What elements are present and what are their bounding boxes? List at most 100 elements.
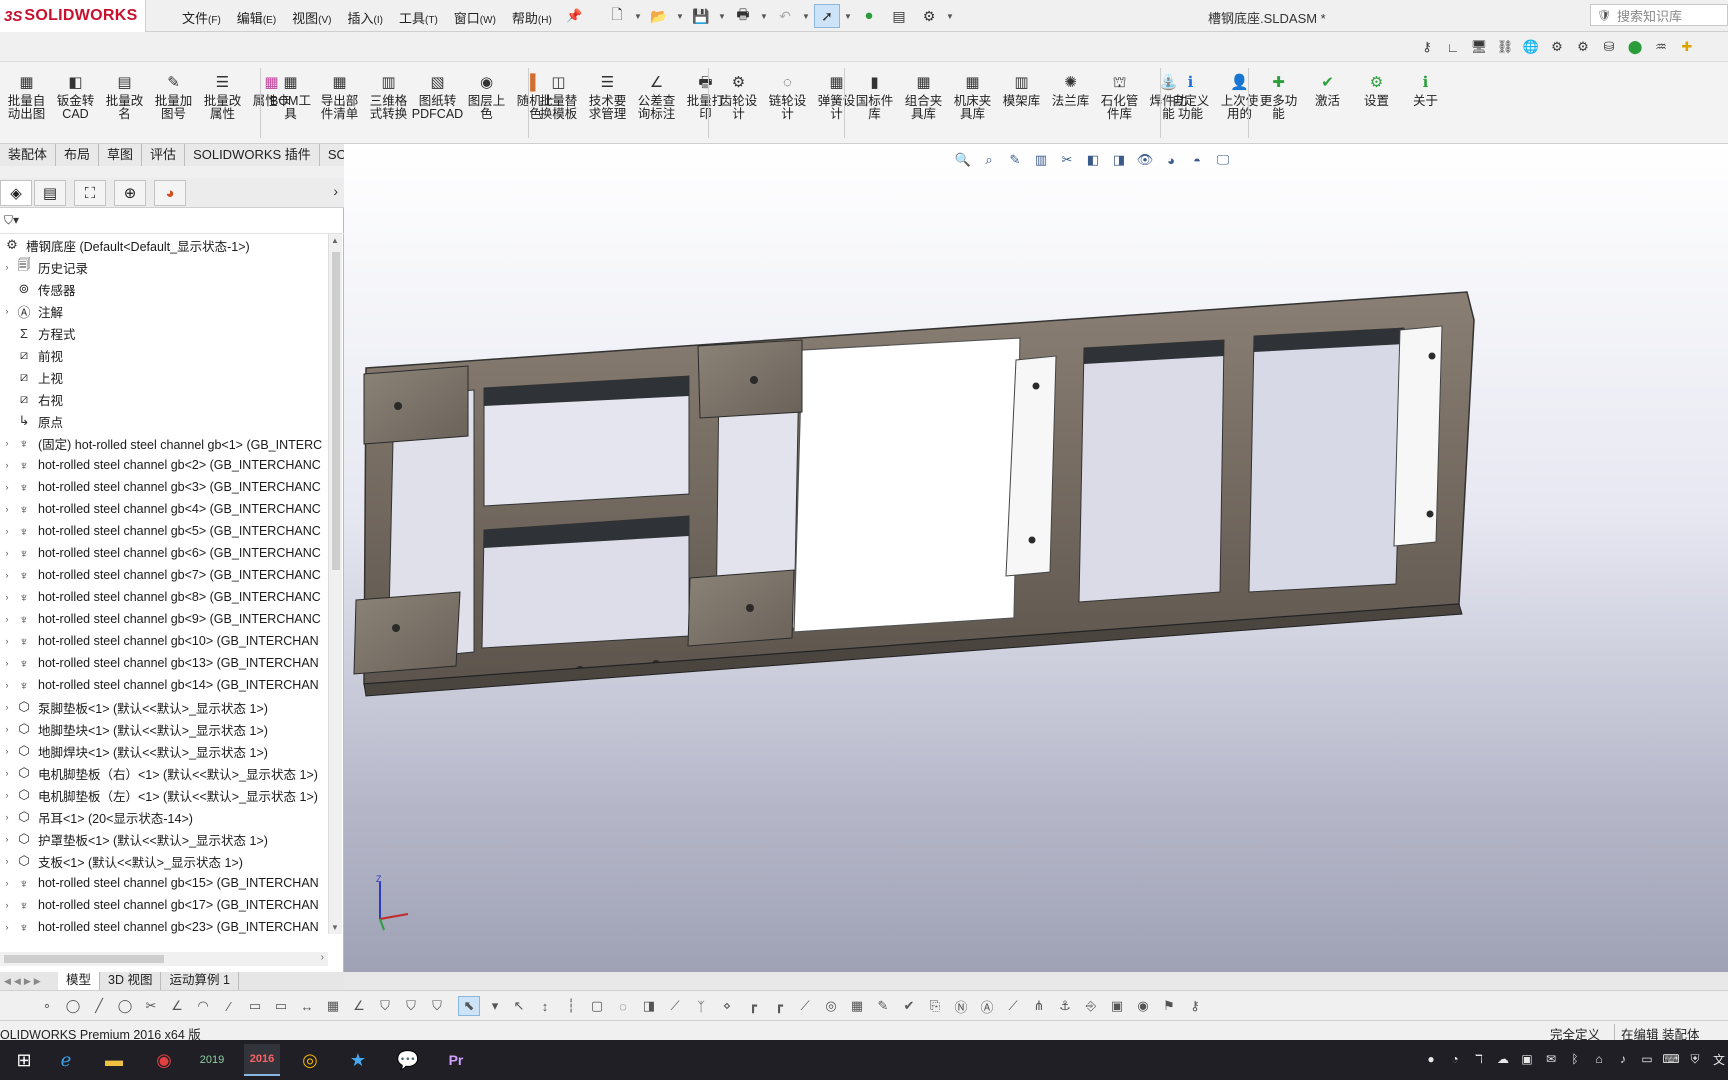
expand-arrow-icon[interactable]: › [0, 614, 14, 624]
tree-item[interactable]: ⊚ 传感器 [0, 278, 328, 300]
expand-arrow-icon[interactable]: › [0, 636, 14, 646]
slash-icon[interactable]: ∕ [218, 996, 240, 1016]
scroll-thumb[interactable] [4, 955, 164, 963]
tree-vertical-scrollbar[interactable]: ▲ ▼ [328, 234, 342, 934]
menu-item[interactable]: 插入(I) [340, 6, 391, 29]
hide-show-icon[interactable]: 👁 [1134, 150, 1156, 170]
expand-arrow-icon[interactable]: › [0, 460, 14, 470]
scroll-up-icon[interactable]: ▲ [331, 236, 339, 245]
tree-item[interactable]: › ⬡ 地脚焊块<1> (默认<<默认>_显示状态 1>) [0, 740, 328, 762]
fork-icon[interactable]: ᛉ [690, 996, 712, 1016]
corner-icon[interactable]: ┏ [742, 996, 764, 1016]
expand-arrow-icon[interactable]: › [0, 768, 14, 778]
menu-item[interactable]: 文件(F) [174, 6, 229, 29]
rectangle-2-icon[interactable]: ▭ [270, 996, 292, 1016]
ribbon-button[interactable]: ◫ 批量替 换模板 [534, 72, 583, 121]
expand-arrow-icon[interactable]: › [0, 570, 14, 580]
trim-icon[interactable]: ✂ [140, 996, 162, 1016]
line-3-icon[interactable]: ⟋ [1002, 996, 1024, 1016]
expand-arrow-icon[interactable]: › [0, 724, 14, 734]
tree-item[interactable]: › ♆ hot-rolled steel channel gb<5> (GB_INT… [0, 520, 328, 542]
undo-icon[interactable]: ↶ [772, 4, 798, 28]
tree-item[interactable]: › ⬡ 电机脚垫板（左）<1> (默认<<默认>_显示状态 1>) [0, 784, 328, 806]
view-settings-icon[interactable]: 🖵 [1212, 150, 1234, 170]
wechat-icon[interactable]: 💬 [390, 1044, 426, 1076]
tree-item[interactable]: › ⬡ 护罩垫板<1> (默认<<默认>_显示状态 1>) [0, 828, 328, 850]
ribbon-button[interactable]: ✔ 激活 [1303, 72, 1352, 121]
tree-item[interactable]: › ♆ hot-rolled steel channel gb<23> (GB_IN… [0, 916, 328, 935]
configuration-manager-tab-icon[interactable]: ⛶ [74, 180, 106, 206]
tray-clipboard-icon[interactable]: ▣ [1518, 1048, 1536, 1070]
select-icon[interactable]: ⬉ [458, 996, 480, 1016]
arc-icon[interactable]: ◠ [192, 996, 214, 1016]
expand-arrow-icon[interactable]: › [0, 658, 14, 668]
chevron-down-icon[interactable]: ▼ [760, 12, 768, 21]
rebuild-traffic-light-icon[interactable]: ⚫ [856, 4, 882, 28]
ribbon-button[interactable]: ⚙ 设置 [1352, 72, 1401, 121]
scroll-right-icon[interactable]: › [321, 952, 324, 963]
clip-icon[interactable]: ⎘ [924, 996, 946, 1016]
grid-icon[interactable]: ▦ [322, 996, 344, 1016]
premiere-icon[interactable]: Pr [438, 1044, 474, 1076]
display-manager-tab-icon[interactable]: ◕ [154, 180, 186, 206]
scene-icon[interactable]: ◓ [1186, 150, 1208, 170]
command-tab[interactable]: SOLIDWORKS 插件 [185, 144, 320, 166]
command-tab[interactable]: 评估 [142, 144, 186, 166]
filter-3-icon[interactable]: ⛉ [426, 996, 448, 1016]
tray-app-icon[interactable]: ● [1422, 1048, 1440, 1070]
pen-icon[interactable]: ✎ [872, 996, 894, 1016]
knowledge-search-input[interactable]: 🛡 搜索知识库 [1590, 4, 1728, 26]
key-icon[interactable]: ⚷ [1416, 36, 1438, 58]
print-icon[interactable]: 🖶 [730, 4, 756, 28]
rectangle-icon[interactable]: ▭ [244, 996, 266, 1016]
scroll-down-icon[interactable]: ▼ [331, 923, 339, 932]
ribbon-button[interactable]: ◌ 链轮设计 [763, 72, 812, 121]
tree-item[interactable]: Σ 方程式 [0, 322, 328, 344]
filter-icon[interactable]: ⛉▾ [4, 213, 19, 228]
cursor-icon[interactable]: ↖ [508, 996, 530, 1016]
ribbon-button[interactable]: ▦ 机床夹 具库 [948, 72, 997, 121]
pin-icon[interactable]: 📌 [566, 8, 582, 24]
gear-icon[interactable]: ⚙ [1546, 36, 1568, 58]
comb-icon[interactable]: ⋔ [1028, 996, 1050, 1016]
expand-arrow-icon[interactable]: › [0, 504, 14, 514]
expand-arrow-icon[interactable]: › [0, 482, 14, 492]
plugin-icon[interactable]: ✚ [1676, 36, 1698, 58]
chevron-down-icon[interactable]: ▼ [802, 12, 810, 21]
tree-item[interactable]: › 🗐 历史记录 [0, 256, 328, 278]
ribbon-button[interactable]: ☰ 技术要 求管理 [583, 72, 632, 121]
slant-icon[interactable]: ⟋ [794, 996, 816, 1016]
circle-2-icon[interactable]: ◯ [114, 996, 136, 1016]
app-red-icon[interactable]: ◉ [146, 1044, 182, 1076]
tray-mute-icon[interactable]: ◔ [1446, 1048, 1464, 1070]
ribbon-button[interactable]: ✚ 更多功能 [1254, 72, 1303, 121]
tree-item[interactable]: › ♆ hot-rolled steel channel gb<4> (GB_INT… [0, 498, 328, 520]
expand-arrow-icon[interactable]: › [0, 702, 14, 712]
open-folder-icon[interactable]: 📂 [646, 4, 672, 28]
tree-item[interactable]: › ♆ hot-rolled steel channel gb<9> (GB_INT… [0, 608, 328, 630]
anchor-icon[interactable]: ⚓ [1054, 996, 1076, 1016]
tree-item[interactable]: ⧄ 上视 [0, 366, 328, 388]
flag-icon[interactable]: ⚑ [1158, 996, 1180, 1016]
tree-item[interactable]: › ♆ hot-rolled steel channel gb<7> (GB_INT… [0, 564, 328, 586]
angle-icon[interactable]: ∟ [1442, 36, 1464, 58]
expand-arrow-icon[interactable]: › [0, 262, 14, 272]
save-icon[interactable]: 💾 [688, 4, 714, 28]
tree-item[interactable]: ⧄ 右视 [0, 388, 328, 410]
select-pointer-icon[interactable]: ➚ [814, 4, 840, 28]
tree-horizontal-scrollbar[interactable]: › [0, 952, 328, 966]
expand-arrow-icon[interactable]: › [0, 900, 14, 910]
tree-root-assembly[interactable]: ⚙ 槽钢底座 (Default<Default_显示状态-1>) [0, 234, 328, 256]
menu-item[interactable]: 窗口(W) [446, 6, 504, 29]
menu-item[interactable]: 帮助(H) [504, 6, 560, 29]
ribbon-button[interactable]: ▦ 组合夹 具库 [899, 72, 948, 121]
expand-arrow-icon[interactable]: › [0, 922, 14, 932]
chevron-down-icon[interactable]: ▾ [484, 996, 506, 1016]
expand-arrow-icon[interactable]: › [0, 834, 14, 844]
tree-item[interactable]: › ♆ hot-rolled steel channel gb<8> (GB_INT… [0, 586, 328, 608]
box-2-icon[interactable]: ▦ [846, 996, 868, 1016]
frame-icon[interactable]: ▣ [1106, 996, 1128, 1016]
chrome-icon[interactable]: ◎ [292, 1044, 328, 1076]
section-view-icon[interactable]: ▥ [1030, 150, 1052, 170]
expand-arrow-icon[interactable]: › [0, 592, 14, 602]
